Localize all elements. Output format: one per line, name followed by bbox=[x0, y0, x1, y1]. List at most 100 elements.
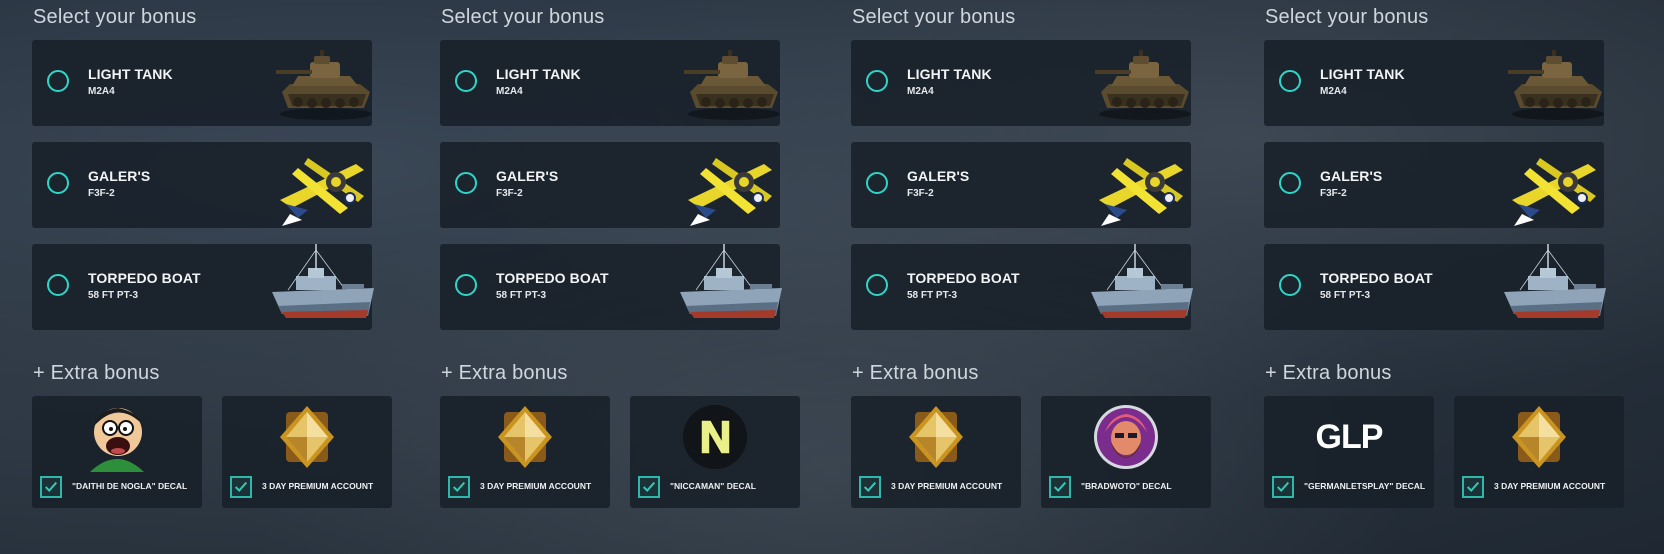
checkbox-checked[interactable] bbox=[230, 476, 252, 498]
bonus-option-boat[interactable]: TORPEDO BOAT 58 FT PT-3 bbox=[851, 244, 1193, 330]
bonus-option-plane[interactable]: GALER'S F3F-2 bbox=[440, 142, 780, 228]
premium-diamond-icon bbox=[901, 402, 971, 472]
extra-bonus-title: + Extra bonus bbox=[33, 362, 160, 384]
extra-bonus-title: + Extra bonus bbox=[441, 362, 568, 384]
n-logo-icon bbox=[680, 402, 750, 472]
extra-bonus-title: + Extra bonus bbox=[852, 362, 979, 384]
option-subtitle: 58 FT PT-3 bbox=[496, 290, 547, 301]
radio-button[interactable] bbox=[47, 172, 69, 194]
glp-logo-icon: GLP bbox=[1314, 402, 1384, 472]
option-subtitle: F3F-2 bbox=[907, 188, 934, 199]
glp-logo-text: GLP bbox=[1315, 417, 1384, 456]
tank-icon bbox=[676, 36, 786, 128]
option-title: TORPEDO BOAT bbox=[496, 270, 609, 286]
bonus-option-tank[interactable]: LIGHT TANK M2A4 bbox=[851, 40, 1191, 126]
select-bonus-title: Select your bonus bbox=[441, 6, 605, 28]
option-subtitle: M2A4 bbox=[1320, 86, 1347, 97]
radio-button[interactable] bbox=[1279, 274, 1301, 296]
option-title: GALER'S bbox=[907, 168, 970, 184]
premium-diamond-icon bbox=[272, 402, 342, 472]
bearded-avatar-icon bbox=[1091, 402, 1161, 472]
tank-icon bbox=[268, 36, 378, 128]
option-title: LIGHT TANK bbox=[907, 66, 992, 82]
option-subtitle: F3F-2 bbox=[1320, 188, 1347, 199]
extra-bonus-label: "DAITHI DE NOGLA" DECAL bbox=[72, 481, 188, 491]
premium-diamond-icon bbox=[1504, 402, 1574, 472]
option-subtitle: 58 FT PT-3 bbox=[1320, 290, 1371, 301]
bonus-option-boat[interactable]: TORPEDO BOAT 58 FT PT-3 bbox=[32, 244, 374, 330]
plane-icon bbox=[1087, 138, 1197, 230]
extra-bonus-label: "GERMANLETSPLAY" DECAL bbox=[1304, 481, 1426, 491]
bonus-option-plane[interactable]: GALER'S F3F-2 bbox=[32, 142, 372, 228]
plane-icon bbox=[676, 138, 786, 230]
bonus-option-plane[interactable]: GALER'S F3F-2 bbox=[1264, 142, 1604, 228]
bonus-option-tank[interactable]: LIGHT TANK M2A4 bbox=[1264, 40, 1604, 126]
option-subtitle: M2A4 bbox=[496, 86, 523, 97]
extra-bonus-label: 3 DAY PREMIUM ACCOUNT bbox=[480, 481, 592, 491]
boat-icon bbox=[1087, 240, 1197, 332]
checkbox-checked[interactable] bbox=[1272, 476, 1294, 498]
bonus-option-plane[interactable]: GALER'S F3F-2 bbox=[851, 142, 1191, 228]
option-subtitle: 58 FT PT-3 bbox=[88, 290, 139, 301]
bonus-column-3: Select your bonus LIGHT TANK M2A4 GALER'… bbox=[851, 0, 1211, 554]
radio-button[interactable] bbox=[455, 172, 477, 194]
tank-icon bbox=[1087, 36, 1197, 128]
option-title: GALER'S bbox=[88, 168, 151, 184]
extra-bonus-card[interactable]: GLP "GERMANLETSPLAY" DECAL bbox=[1264, 396, 1434, 508]
checkbox-checked[interactable] bbox=[1049, 476, 1071, 498]
extra-bonus-label: 3 DAY PREMIUM ACCOUNT bbox=[1494, 481, 1606, 491]
plane-icon bbox=[268, 138, 378, 230]
extra-bonus-card[interactable]: 3 DAY PREMIUM ACCOUNT bbox=[440, 396, 610, 508]
bonus-option-boat[interactable]: TORPEDO BOAT 58 FT PT-3 bbox=[440, 244, 782, 330]
option-subtitle: M2A4 bbox=[907, 86, 934, 97]
extra-bonus-label: "NICCAMAN" DECAL bbox=[670, 481, 756, 491]
radio-button[interactable] bbox=[455, 274, 477, 296]
option-subtitle: F3F-2 bbox=[496, 188, 523, 199]
checkbox-checked[interactable] bbox=[40, 476, 62, 498]
bonus-column-4: Select your bonus LIGHT TANK M2A4 GALER'… bbox=[1264, 0, 1624, 554]
option-title: TORPEDO BOAT bbox=[1320, 270, 1433, 286]
option-subtitle: M2A4 bbox=[88, 86, 115, 97]
option-title: LIGHT TANK bbox=[496, 66, 581, 82]
bonus-option-tank[interactable]: LIGHT TANK M2A4 bbox=[32, 40, 372, 126]
plane-icon bbox=[1500, 138, 1610, 230]
radio-button[interactable] bbox=[866, 274, 888, 296]
radio-button[interactable] bbox=[47, 70, 69, 92]
extra-bonus-label: "BRADWOTO" DECAL bbox=[1081, 481, 1172, 491]
extra-bonus-label: 3 DAY PREMIUM ACCOUNT bbox=[891, 481, 1003, 491]
option-subtitle: 58 FT PT-3 bbox=[907, 290, 958, 301]
radio-button[interactable] bbox=[1279, 172, 1301, 194]
option-subtitle: F3F-2 bbox=[88, 188, 115, 199]
bonus-option-boat[interactable]: TORPEDO BOAT 58 FT PT-3 bbox=[1264, 244, 1606, 330]
extra-bonus-card[interactable]: 3 DAY PREMIUM ACCOUNT bbox=[222, 396, 392, 508]
extra-bonus-card[interactable]: "BRADWOTO" DECAL bbox=[1041, 396, 1211, 508]
extra-bonus-card[interactable]: 3 DAY PREMIUM ACCOUNT bbox=[851, 396, 1021, 508]
extra-bonus-label: 3 DAY PREMIUM ACCOUNT bbox=[262, 481, 374, 491]
tank-icon bbox=[1500, 36, 1610, 128]
select-bonus-title: Select your bonus bbox=[1265, 6, 1429, 28]
checkbox-checked[interactable] bbox=[859, 476, 881, 498]
extra-bonus-card[interactable]: 3 DAY PREMIUM ACCOUNT bbox=[1454, 396, 1624, 508]
checkbox-checked[interactable] bbox=[1462, 476, 1484, 498]
radio-button[interactable] bbox=[455, 70, 477, 92]
radio-button[interactable] bbox=[866, 70, 888, 92]
boat-icon bbox=[268, 240, 378, 332]
option-title: TORPEDO BOAT bbox=[907, 270, 1020, 286]
bonus-option-tank[interactable]: LIGHT TANK M2A4 bbox=[440, 40, 780, 126]
checkbox-checked[interactable] bbox=[638, 476, 660, 498]
boat-icon bbox=[1500, 240, 1610, 332]
boat-icon bbox=[676, 240, 786, 332]
select-bonus-title: Select your bonus bbox=[33, 6, 197, 28]
bonus-columns: Select your bonus LIGHT TANK M2A4 GALER'… bbox=[0, 0, 1664, 554]
radio-button[interactable] bbox=[866, 172, 888, 194]
option-title: TORPEDO BOAT bbox=[88, 270, 201, 286]
radio-button[interactable] bbox=[1279, 70, 1301, 92]
extra-bonus-card[interactable]: "NICCAMAN" DECAL bbox=[630, 396, 800, 508]
premium-diamond-icon bbox=[490, 402, 560, 472]
option-title: LIGHT TANK bbox=[88, 66, 173, 82]
bonus-column-1: Select your bonus LIGHT TANK M2A4 GALER'… bbox=[32, 0, 392, 554]
radio-button[interactable] bbox=[47, 274, 69, 296]
extra-bonus-card[interactable]: "DAITHI DE NOGLA" DECAL bbox=[32, 396, 202, 508]
option-title: GALER'S bbox=[496, 168, 559, 184]
checkbox-checked[interactable] bbox=[448, 476, 470, 498]
